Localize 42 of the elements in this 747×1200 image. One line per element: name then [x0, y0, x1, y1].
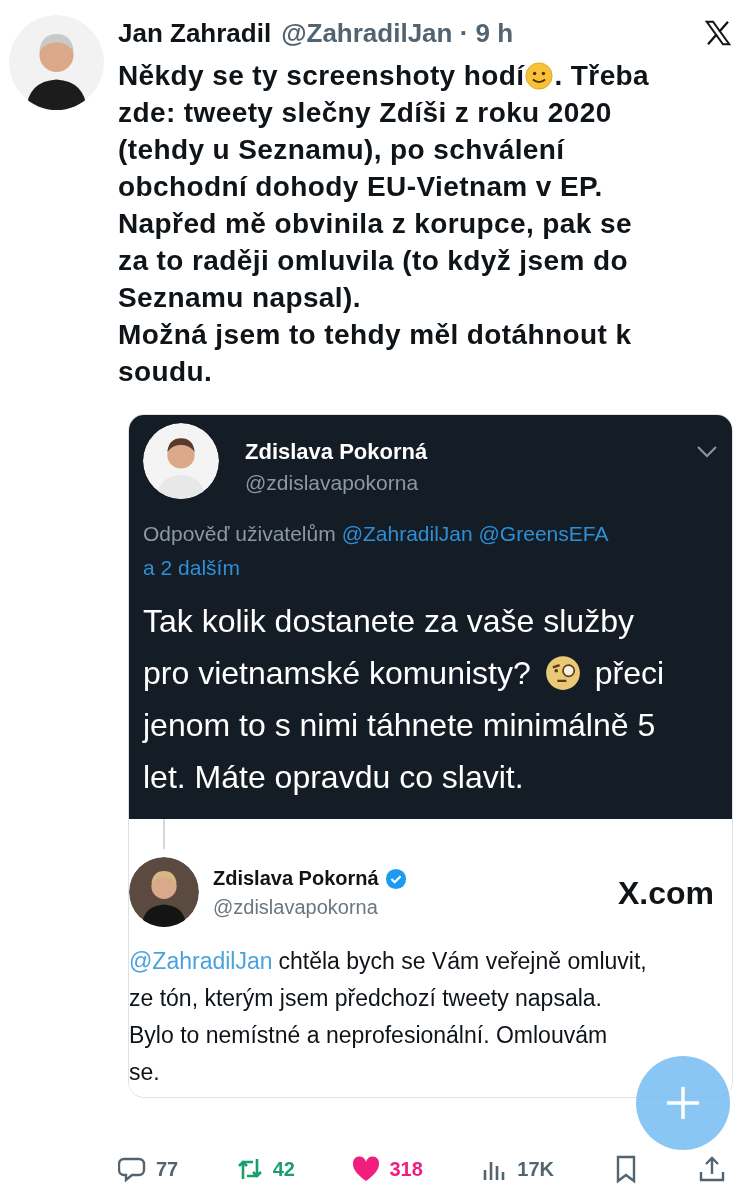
tweet-text: se. [129, 1058, 161, 1087]
tweet-text: Možná jsem to tehdy měl dotáhnout k [118, 318, 633, 352]
tweet-text: obchodní dohody EU-Vietnam v EP. [118, 170, 604, 204]
author-name[interactable]: Jan Zahradil [118, 17, 272, 49]
tweet-text: Někdy se ty screenshoty hodí [118, 59, 525, 93]
tweet-text: jenom to s nimi táhnete minimálně 5 [143, 706, 657, 745]
x-logo-icon [703, 18, 733, 48]
reply-mentions[interactable]: @ZahradilJan @GreensEFA [341, 517, 609, 551]
user-name: Zdislava Pokorná [213, 867, 379, 890]
user-name: Zdislava Pokorná [245, 439, 429, 465]
views-button[interactable]: 17K [479, 1154, 555, 1184]
smiley-icon [525, 61, 554, 90]
tweet-text: za to raději omluvila (to když jsem do [118, 244, 629, 278]
tweet-text: Bylo to nemístné a neprofesionální. Omlouvám [129, 1021, 609, 1050]
share-icon[interactable] [697, 1154, 727, 1184]
tweet-text: Seznamu napsal). [118, 281, 362, 315]
tweet-text: Napřed mě obvinila z korupce, pak se [118, 207, 633, 241]
author-meta: @ZahradilJan · 9 h [281, 17, 515, 49]
avatar [129, 857, 199, 927]
reply-label: Odpověď uživatelům [143, 521, 336, 547]
reply-button[interactable]: 77 [118, 1154, 179, 1184]
tweet-text: soudu. [118, 355, 214, 389]
user-handle: @zdislavapokorna [245, 471, 420, 495]
tweet-text: zde: tweety slečny Zdíši z roku 2020 [118, 96, 613, 130]
plus-icon [665, 1085, 701, 1121]
tweet-text: Tak kolik dostanete za vaše služby [143, 602, 635, 641]
site-label: X.com [617, 875, 714, 912]
tweet-text: ze tón, kterým jsem předchozí tweety napsala. [129, 984, 603, 1013]
tweet-text: chtěla bych se Vám veřejně omluvit, [278, 947, 647, 976]
tweet-text: přeci [594, 654, 665, 693]
like-button[interactable]: 318 [351, 1154, 423, 1184]
tweet-text: (tehdy u Seznamu), po schválení [118, 133, 566, 167]
reply-mentions[interactable]: a 2 dalším [143, 551, 240, 585]
tweet-text: pro vietnamské komunisty? [143, 654, 531, 693]
chevron-icon [696, 445, 718, 459]
tweet-text: . Třeba [554, 59, 650, 93]
tweet-text: let. Máte opravdu co slavit. [143, 758, 525, 797]
repost-button[interactable]: 42 [234, 1154, 295, 1184]
heart-icon [351, 1154, 382, 1184]
user-handle: @zdislavapokorna [213, 896, 379, 919]
monocle-face-icon [544, 655, 581, 691]
mention-link[interactable]: @ZahradilJan [129, 943, 273, 980]
